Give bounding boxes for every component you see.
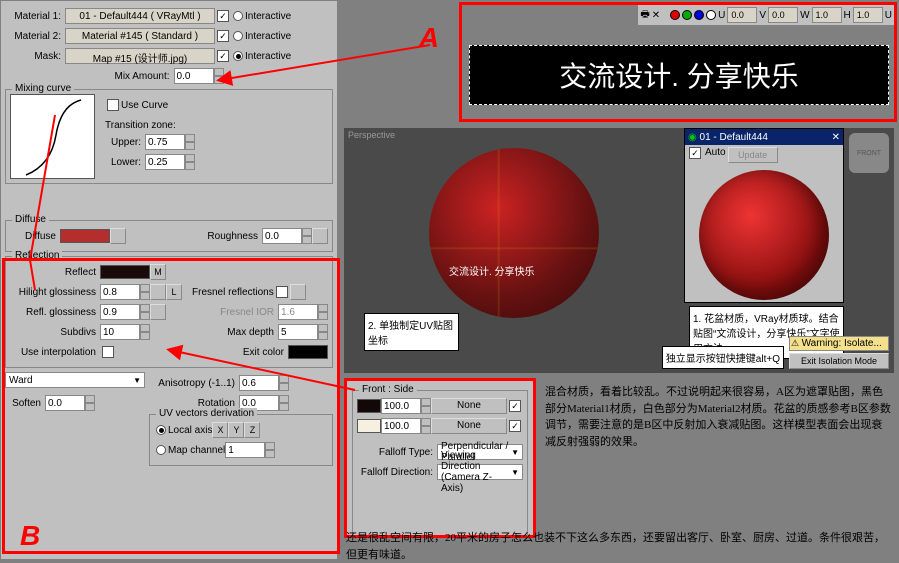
mask-enable-checkbox[interactable] — [217, 50, 229, 62]
transition-zone-label: Transition zone: — [105, 120, 195, 131]
material1-label: Material 1: — [5, 11, 65, 22]
auto-checkbox[interactable] — [689, 147, 701, 159]
u-label: U — [718, 10, 725, 21]
viewport-perspective[interactable]: Perspective 交流设计. 分享快乐 2. 单独制定UV贴图坐标 ◉ 0… — [344, 128, 894, 373]
curve-preview — [10, 94, 95, 179]
viewcube[interactable]: FRONT — [849, 133, 889, 173]
diffuse-legend: Diffuse — [12, 214, 49, 225]
falloff-dir-dropdown[interactable]: Viewing Direction (Camera Z-Axis)▼ — [437, 464, 523, 480]
upper-label: Upper: — [105, 137, 145, 148]
falloff-legend: Front : Side — [359, 384, 417, 395]
material1-button[interactable]: 01 - Default444 ( VRayMtl ) — [65, 8, 215, 24]
print-icon[interactable]: 🖶 — [640, 7, 649, 24]
diffuse-group: Diffuse Diffuse Roughness — [5, 220, 333, 252]
front-map-button[interactable]: None — [431, 398, 507, 414]
uu-label: U — [885, 10, 892, 21]
uv-toolbar: 🖶 ✕ U V W H U — [638, 5, 894, 25]
exit-isolation-button[interactable]: Exit Isolation Mode — [789, 353, 889, 369]
mask-interactive-radio[interactable] — [233, 51, 243, 61]
update-button[interactable]: Update — [728, 147, 778, 163]
material1-enable-checkbox[interactable] — [217, 10, 229, 22]
mat-preview-title: ◉ 01 - Default444✕ — [685, 129, 843, 145]
falloff-type-label: Falloff Type: — [357, 447, 437, 458]
spin-up[interactable] — [214, 68, 224, 76]
mixing-curve-legend: Mixing curve — [12, 83, 74, 94]
material2-enable-checkbox[interactable] — [217, 30, 229, 42]
mixing-curve-group: Mixing curve Use Curve Transition zone: … — [5, 89, 333, 184]
front-enable-checkbox[interactable] — [509, 400, 521, 412]
w-input[interactable] — [812, 7, 842, 23]
mix-amount-input[interactable] — [174, 68, 214, 84]
red-dot-icon[interactable] — [670, 10, 680, 20]
green-dot-icon[interactable] — [682, 10, 692, 20]
mask-button[interactable]: Map #15 (设计师.jpg) — [65, 48, 215, 64]
callout-3: 独立显示按钮快捷键alt+Q — [662, 346, 784, 369]
white-dot-icon[interactable] — [706, 10, 716, 20]
spin-down[interactable] — [214, 76, 224, 84]
description-bottom: 还是很乱空间有限，20平米的房子怎么也装不下这么多东西，还要留出客厅、卧室、厨房… — [346, 530, 886, 563]
close-icon[interactable]: ✕ — [652, 10, 660, 21]
marker-b: B — [20, 520, 40, 552]
viewport-label: Perspective — [348, 130, 395, 140]
sphere-text: 交流设计. 分享快乐 — [449, 263, 535, 278]
w-label: W — [800, 10, 809, 21]
v-input[interactable] — [768, 7, 798, 23]
side-swatch[interactable] — [357, 419, 381, 433]
u-input[interactable] — [727, 7, 757, 23]
side-amount-input[interactable] — [381, 418, 421, 434]
description-right: 混合材质，看着比较乱。不过说明起来很容易，A区为遮罩贴图，黑色部分Materia… — [545, 384, 893, 450]
roughness-label: Roughness — [207, 231, 262, 242]
v-label: V — [759, 10, 766, 21]
use-curve-label: Use Curve — [121, 100, 168, 111]
material2-label: Material 2: — [5, 31, 65, 42]
h-label: H — [844, 10, 851, 21]
annotation-box-b — [2, 258, 340, 554]
sphere-preview: 交流设计. 分享快乐 — [429, 148, 599, 318]
lower-label: Lower: — [105, 157, 145, 168]
preview-sphere — [699, 170, 829, 300]
material2-interactive-radio[interactable] — [233, 31, 243, 41]
roughness-input[interactable] — [262, 228, 302, 244]
roughness-map-button[interactable] — [312, 228, 328, 244]
mask-interactive-label: Interactive — [245, 51, 291, 62]
material1-interactive-label: Interactive — [245, 11, 291, 22]
h-input[interactable] — [853, 7, 883, 23]
mix-amount-label: Mix Amount: — [114, 71, 173, 82]
lower-input[interactable] — [145, 154, 185, 170]
use-curve-checkbox[interactable] — [107, 99, 119, 111]
warning-bar: ⚠ Warning: Isolate... — [789, 336, 889, 351]
material2-interactive-label: Interactive — [245, 31, 291, 42]
falloff-dir-label: Falloff Direction: — [357, 467, 437, 478]
upper-input[interactable] — [145, 134, 185, 150]
front-swatch[interactable] — [357, 399, 381, 413]
blue-dot-icon[interactable] — [694, 10, 704, 20]
marker-a: A — [419, 22, 439, 54]
material2-button[interactable]: Material #145 ( Standard ) — [65, 28, 215, 44]
material-preview-window[interactable]: ◉ 01 - Default444✕ AutoUpdate — [684, 128, 844, 303]
diffuse-swatch[interactable] — [60, 229, 110, 243]
banner-text: 交流设计. 分享快乐 — [469, 45, 889, 105]
falloff-panel: Front : Side None None Falloff Type: Per… — [344, 378, 536, 538]
material1-interactive-radio[interactable] — [233, 11, 243, 21]
front-amount-input[interactable] — [381, 398, 421, 414]
side-enable-checkbox[interactable] — [509, 420, 521, 432]
mask-label: Mask: — [5, 51, 65, 62]
side-map-button[interactable]: None — [431, 418, 507, 434]
callout-2: 2. 单独制定UV贴图坐标 — [364, 313, 459, 351]
diffuse-map-button[interactable] — [110, 228, 126, 244]
diffuse-label: Diffuse — [10, 231, 60, 242]
